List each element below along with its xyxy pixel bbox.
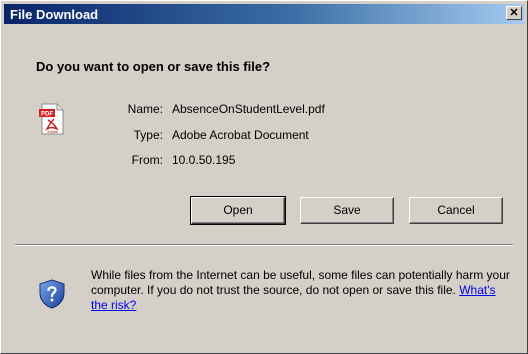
name-value: AbsenceOnStudentLevel.pdf — [172, 102, 325, 116]
cancel-button[interactable]: Cancel — [409, 197, 503, 224]
type-label: Type: — [133, 128, 163, 142]
save-button[interactable]: Save — [300, 197, 394, 224]
pdf-badge-text: PDF — [41, 112, 53, 118]
file-download-dialog: File Download ✕ Do you want to open or s… — [0, 0, 528, 354]
name-label: Name: — [127, 102, 163, 116]
pdf-caption-text: Adobe — [47, 130, 57, 134]
warning-text: While files from the Internet can be use… — [91, 268, 510, 297]
separator-highlight — [15, 245, 513, 246]
pdf-file-icon: PDF Adobe — [39, 103, 64, 135]
from-label: From: — [131, 153, 163, 167]
warning-message: While files from the Internet can be use… — [91, 268, 511, 313]
close-icon: ✕ — [509, 7, 519, 19]
shield-question-icon — [39, 279, 65, 309]
window-title: File Download — [10, 7, 99, 22]
close-button[interactable]: ✕ — [506, 6, 522, 20]
open-button[interactable]: Open — [190, 196, 286, 225]
title-bar[interactable]: File Download ✕ — [4, 4, 524, 24]
from-value: 10.0.50.195 — [172, 153, 236, 167]
type-value: Adobe Acrobat Document — [172, 128, 309, 142]
prompt-question: Do you want to open or save this file? — [36, 59, 271, 74]
